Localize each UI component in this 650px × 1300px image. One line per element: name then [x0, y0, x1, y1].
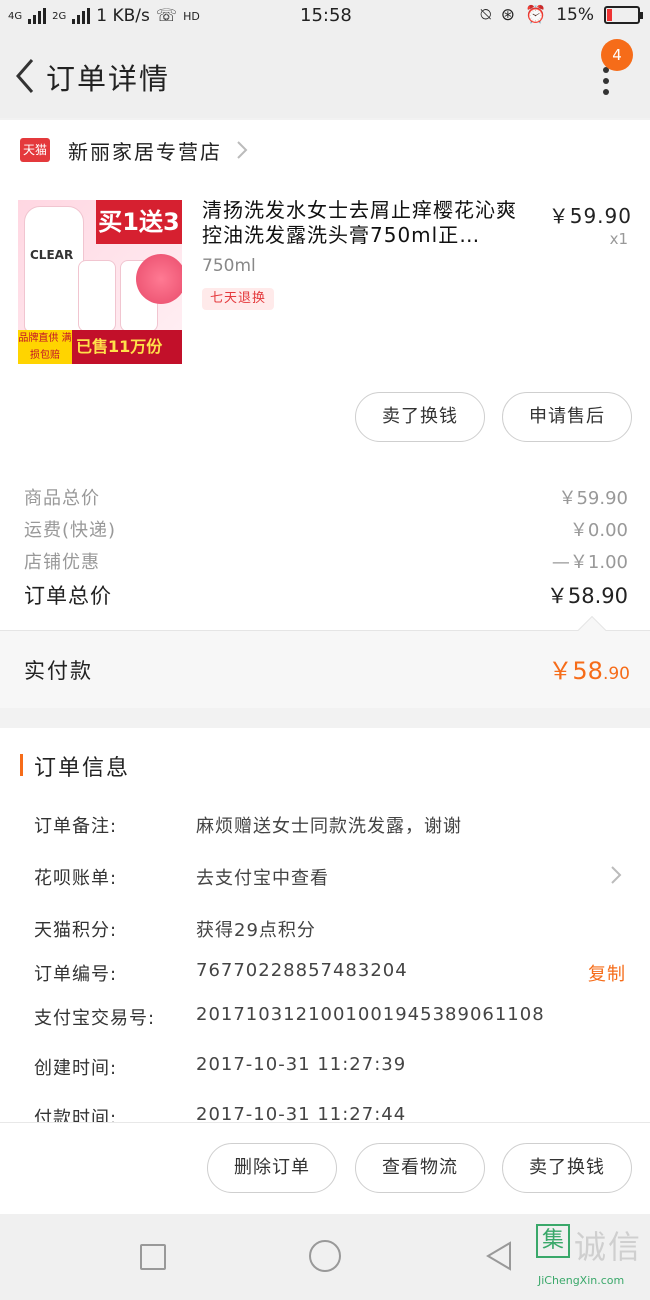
info-key: 花呗账单: — [34, 868, 118, 889]
watermark: 集 诚信 JiChengXin.com — [536, 1222, 650, 1292]
product-price: ￥59.90 — [548, 204, 632, 228]
order-info-title: 订单信息 — [34, 756, 131, 781]
paid-amount: ￥58.90 — [548, 657, 630, 685]
page-title: 订单详情 — [46, 62, 171, 96]
info-key: 订单编号: — [34, 964, 118, 985]
back-triangle-icon[interactable] — [484, 1240, 514, 1272]
product-title[interactable]: 清扬洗发水女士去屑止痒樱花沁爽控油洗发露洗头膏750ml正… — [202, 198, 530, 248]
status-bar: 4G 2G 1 KB/s ☏ HD 15:58 ⍉ ⊛ ⏰ 15% — [0, 0, 650, 34]
order-card: 天猫 新丽家居专营店 CLEAR 买1送3 已售11万份 品牌直供 满损包赔 清… — [0, 120, 650, 708]
flower-decoration — [136, 254, 182, 304]
phone-icon: ☏ — [155, 6, 178, 26]
battery-percent: 15% — [556, 5, 594, 25]
hd-label: HD — [183, 9, 200, 23]
info-key: 订单备注: — [34, 816, 118, 837]
info-value: 获得29点积分 — [196, 920, 316, 941]
store-name[interactable]: 新丽家居专营店 — [68, 136, 222, 165]
clock: 15:58 — [300, 5, 352, 26]
order-info-section: 订单信息 订单备注: 麻烦赠送女士同款洗发露，谢谢 花呗账单: 去支付宝中查看 … — [0, 728, 650, 1122]
info-value: 2017-10-31 11:27:44 — [196, 1104, 407, 1122]
fee-value: ￥0.00 — [569, 520, 628, 541]
signal-icon — [28, 8, 47, 24]
info-value[interactable]: 去支付宝中查看 — [196, 864, 329, 890]
watermark-logo: 集 — [536, 1224, 570, 1258]
fee-value: —￥1.00 — [551, 552, 628, 573]
status-right: ⍉ ⊛ ⏰ 15% — [480, 5, 643, 25]
signal2-icon — [72, 8, 91, 24]
battery-icon — [604, 6, 643, 24]
product-spec: 750ml — [202, 256, 256, 276]
nav-bar: 订单详情 4 — [0, 34, 650, 118]
bottom-action-bar: 删除订单 查看物流 卖了换钱 — [0, 1122, 650, 1214]
info-key: 支付宝交易号: — [34, 1008, 156, 1029]
back-arrow-icon[interactable] — [10, 56, 40, 96]
paid-amount-box: 实付款 ￥58.90 — [0, 631, 650, 708]
product-image-banner: 买1送3 — [96, 200, 182, 244]
section-accent-bar — [20, 754, 23, 776]
delete-order-button[interactable]: 删除订单 — [207, 1143, 337, 1193]
watermark-text: 诚信 — [574, 1228, 643, 1266]
info-key: 天猫积分: — [34, 920, 118, 941]
view-logistics-button[interactable]: 查看物流 — [355, 1143, 485, 1193]
status-left: 4G 2G 1 KB/s ☏ HD — [8, 6, 200, 26]
info-value: 76770228857483204 — [196, 960, 408, 981]
recent-apps-icon[interactable] — [140, 1244, 166, 1270]
fee-value: ￥59.90 — [558, 488, 628, 509]
fee-label: 运费(快递) — [24, 520, 117, 541]
product-bottle — [24, 206, 84, 332]
apply-aftersale-button[interactable]: 申请售后 — [502, 392, 632, 442]
fee-label: 店铺优惠 — [24, 552, 100, 573]
battery-fill — [607, 9, 612, 21]
total-label: 订单总价 — [24, 584, 112, 608]
chevron-right-icon[interactable] — [234, 138, 250, 162]
paid-label: 实付款 — [24, 659, 93, 683]
network-label: 4G — [8, 10, 23, 22]
rotation-lock-icon: ⊛ — [500, 5, 516, 25]
chevron-right-icon[interactable] — [610, 864, 622, 886]
system-nav-bar: 集 诚信 JiChengXin.com — [0, 1214, 650, 1300]
product-image-brand: CLEAR — [30, 248, 74, 262]
network2-label: 2G — [52, 10, 67, 22]
total-value: ￥58.90 — [546, 584, 628, 608]
tmall-logo: 天猫 — [20, 138, 50, 162]
net-speed: 1 KB/s — [96, 6, 150, 26]
info-key: 付款时间: — [34, 1108, 118, 1122]
product-image[interactable]: CLEAR 买1送3 已售11万份 品牌直供 满损包赔 — [18, 200, 182, 364]
info-value: 2017103121001001945389061108 — [196, 1004, 545, 1025]
product-small-bottle — [78, 260, 116, 332]
product-image-guarantee: 品牌直供 满损包赔 — [18, 330, 72, 364]
sell-for-cash-button[interactable]: 卖了换钱 — [502, 1143, 632, 1193]
copy-button[interactable]: 复制 — [588, 960, 626, 986]
vibrate-icon: ⍉ — [480, 5, 491, 25]
return-policy-tag: 七天退换 — [202, 288, 275, 310]
info-value: 2017-10-31 11:27:39 — [196, 1054, 407, 1075]
notification-badge: 4 — [601, 39, 633, 71]
home-icon[interactable] — [309, 1240, 341, 1272]
product-quantity: x1 — [609, 230, 628, 248]
watermark-url: JiChengXin.com — [538, 1274, 625, 1287]
sell-for-cash-button[interactable]: 卖了换钱 — [355, 392, 485, 442]
info-key: 创建时间: — [34, 1058, 118, 1079]
alarm-icon: ⏰ — [525, 5, 547, 25]
fee-label: 商品总价 — [24, 488, 100, 509]
info-value: 麻烦赠送女士同款洗发露，谢谢 — [196, 816, 462, 837]
